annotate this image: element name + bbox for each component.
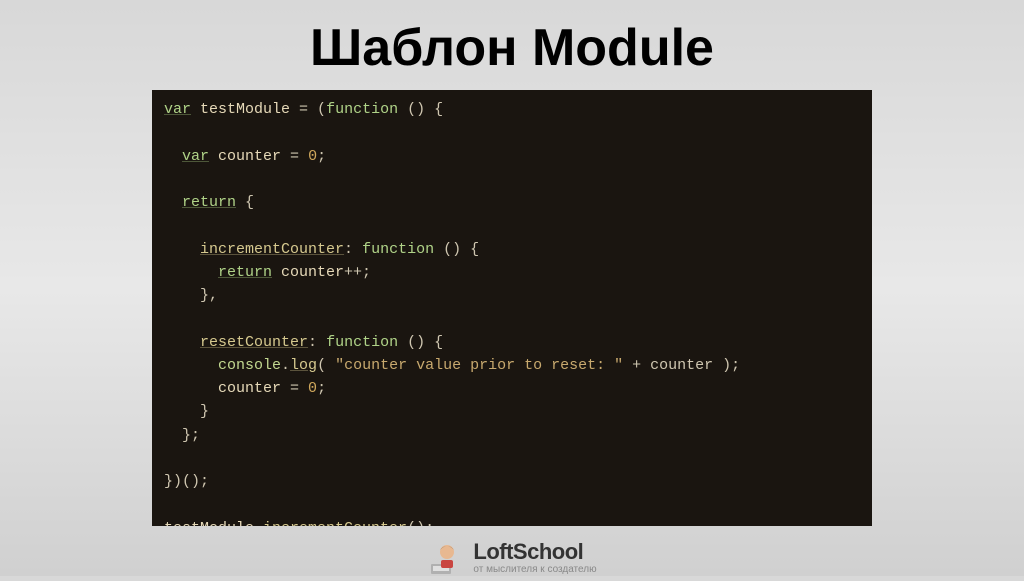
- keyword-function: function: [326, 101, 398, 118]
- punct: () {: [398, 334, 443, 351]
- punct: :: [308, 334, 326, 351]
- number: 0: [308, 380, 317, 397]
- method: log: [290, 357, 317, 374]
- ident: counter: [209, 148, 290, 165]
- keyword-var: var: [164, 101, 191, 118]
- punct: ;: [317, 380, 326, 397]
- punct: }: [200, 403, 209, 420]
- property: incrementCounter: [200, 241, 344, 258]
- ident: testModule: [164, 520, 254, 527]
- punct: ();: [407, 520, 434, 527]
- string: "counter value prior to reset: ": [335, 357, 623, 374]
- punct: .: [254, 520, 263, 527]
- logo-text: LoftSchool от мыслителя к создателю: [473, 541, 596, 575]
- punct: };: [182, 427, 200, 444]
- punct: = (: [299, 101, 326, 118]
- punct: })();: [164, 473, 209, 490]
- method: incrementCounter: [263, 520, 407, 527]
- punct: =: [290, 148, 308, 165]
- code-block: var testModule = (function () { var coun…: [152, 90, 872, 526]
- property: resetCounter: [200, 334, 308, 351]
- logo-icon: [427, 540, 463, 576]
- punct: + counter );: [623, 357, 740, 374]
- keyword-return: return: [182, 194, 236, 211]
- ident: counter: [218, 380, 290, 397]
- punct: () {: [398, 101, 443, 118]
- logo: LoftSchool от мыслителя к создателю: [427, 540, 596, 576]
- punct: () {: [434, 241, 479, 258]
- keyword-return: return: [218, 264, 272, 281]
- punct: ;: [317, 148, 326, 165]
- object: console: [218, 357, 281, 374]
- slide-title: Шаблон Module: [310, 18, 714, 78]
- punct: {: [236, 194, 254, 211]
- keyword-function: function: [362, 241, 434, 258]
- ident: testModule: [191, 101, 299, 118]
- logo-tagline: от мыслителя к создателю: [473, 565, 596, 575]
- keyword-function: function: [326, 334, 398, 351]
- punct: (: [317, 357, 335, 374]
- keyword-var: var: [182, 148, 209, 165]
- punct: .: [281, 357, 290, 374]
- punct: =: [290, 380, 308, 397]
- ident: counter: [272, 264, 344, 281]
- number: 0: [308, 148, 317, 165]
- punct: :: [344, 241, 362, 258]
- punct: ++;: [344, 264, 371, 281]
- logo-name: LoftSchool: [473, 541, 596, 563]
- punct: },: [200, 287, 218, 304]
